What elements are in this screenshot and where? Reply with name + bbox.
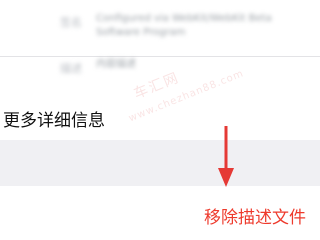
detail-row-signed: 签名 Configured via WebKit/WebKit Beta Sof…: [0, 6, 320, 56]
detail-value: 内容描述: [96, 59, 136, 70]
remove-profile-button[interactable]: 移除描述文件: [204, 203, 306, 228]
profile-details-card: 签名 Configured via WebKit/WebKit Beta Sof…: [0, 0, 320, 96]
arrow-head: [218, 168, 234, 187]
detail-row-description: 描述 内容描述: [0, 56, 320, 88]
section-separator: [0, 140, 320, 186]
remove-profile-row[interactable]: 移除描述文件: [0, 186, 320, 240]
more-details-label: 更多详细信息: [3, 111, 105, 131]
detail-label: 签名: [60, 16, 82, 29]
more-details-row[interactable]: 更多详细信息: [0, 96, 320, 140]
detail-label: 描述: [60, 62, 82, 75]
annotation-arrow-icon: [218, 126, 234, 187]
detail-value: Configured via WebKit/WebKit Beta Softwa…: [96, 13, 272, 38]
